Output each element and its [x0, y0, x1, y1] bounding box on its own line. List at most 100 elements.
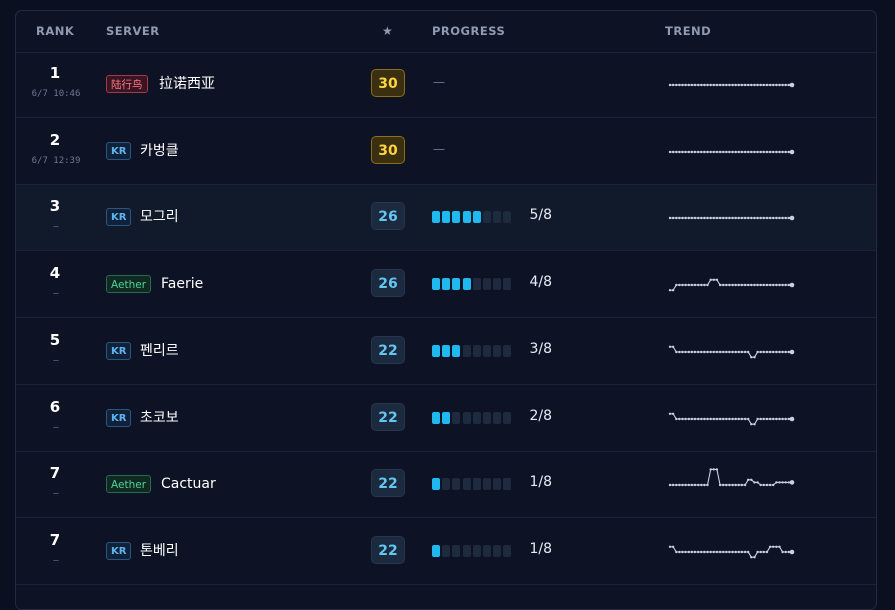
trend-point: [671, 483, 675, 487]
trend-point: [678, 217, 681, 220]
trend-point: [681, 150, 684, 153]
header-progress[interactable]: PROGRESS: [432, 24, 505, 38]
trend-point: [750, 555, 753, 559]
trend-point: [684, 150, 687, 153]
trend-point: [728, 550, 731, 554]
trend-point: [693, 350, 697, 353]
server-name[interactable]: Cactuar: [161, 475, 216, 493]
trend-point: [725, 483, 728, 487]
server-name[interactable]: 초코보: [140, 409, 179, 427]
trend-point: [759, 350, 762, 353]
trend-point: [706, 283, 709, 287]
trend-point: [687, 283, 690, 287]
trend-point: [675, 217, 678, 220]
trend-line: [670, 469, 792, 486]
trend-point: [753, 481, 756, 484]
trend-point: [715, 278, 719, 282]
table-row[interactable]: 4 — Aether Faerie 26 4/8: [16, 252, 876, 319]
trend-point: [703, 417, 706, 420]
table-row[interactable]: 2 6/7 12:39 KR 카벙클 30 —: [16, 119, 876, 185]
trend-point: [681, 217, 684, 220]
region-badge: KR: [106, 408, 132, 427]
progress-segment: [462, 211, 471, 224]
trend-point: [706, 483, 709, 487]
trend-point: [700, 483, 703, 487]
trend-point: [740, 417, 744, 420]
rank-timestamp: —: [53, 355, 59, 366]
trend-sparkline: [668, 149, 795, 154]
trend-point: [668, 150, 672, 153]
trend-point: [668, 345, 672, 348]
trend-point: [768, 545, 772, 548]
trend-point: [778, 83, 781, 87]
trend-point: [737, 83, 740, 87]
progress-segment: [503, 544, 512, 557]
trend-point: [784, 350, 787, 353]
progress-segment: [462, 544, 471, 557]
table-row[interactable]: 1 6/7 10:46 陆行鸟 拉诺西亚 30 —: [16, 52, 876, 118]
progress-segment: [493, 544, 502, 557]
server-name[interactable]: 拉诺西亚: [159, 75, 215, 93]
trend-point: [718, 217, 722, 220]
trend-point: [747, 550, 750, 554]
progress-segment: [472, 478, 481, 491]
trend-point: [759, 283, 762, 287]
trend-point: [753, 555, 756, 559]
server-name[interactable]: 톤베리: [140, 542, 179, 560]
progress-segment: [503, 411, 512, 424]
trend-point: [753, 283, 756, 287]
trend-point: [737, 283, 740, 287]
table-row[interactable]: 7 — KR 톤베리 22 1/8: [16, 519, 876, 585]
trend-point: [687, 217, 690, 220]
trend-point: [759, 150, 762, 153]
trend-point: [747, 350, 750, 353]
trend-point: [668, 483, 672, 487]
header-star-icon[interactable]: ★: [382, 24, 393, 38]
server-name[interactable]: 모그리: [140, 208, 179, 226]
progress-segment: [483, 211, 491, 224]
trend-point: [697, 550, 700, 554]
trend-point: [703, 83, 706, 87]
trend-point: [747, 83, 750, 87]
table-row[interactable]: 6 — KR 초코보 22 2/8: [16, 386, 876, 452]
trend-point: [671, 217, 675, 220]
header-rank[interactable]: RANK: [36, 24, 74, 38]
rank-number: 7: [49, 530, 61, 549]
trend-point: [728, 350, 731, 353]
trend-point: [743, 83, 747, 87]
server-name[interactable]: 카벙클: [140, 142, 179, 160]
server-name[interactable]: 펜리르: [140, 342, 179, 360]
trend-point: [775, 83, 778, 87]
table-row[interactable]: 7 — Aether Cactuar 22 1/8: [16, 452, 876, 519]
trend-point: [737, 550, 740, 554]
trend-point: [784, 217, 787, 220]
progress-segment: [493, 478, 502, 491]
header-server[interactable]: SERVER: [106, 24, 160, 38]
region-badge: KR: [106, 141, 132, 160]
table-row[interactable]: 3 — KR 모그리 26 5/8: [16, 185, 876, 252]
trend-point: [678, 550, 681, 554]
trend-point: [768, 150, 772, 153]
trend-point: [709, 468, 712, 471]
trend-point: [671, 545, 675, 548]
trend-point: [693, 550, 697, 554]
table-row[interactable]: 5 — KR 펜리르 22 3/8: [16, 319, 876, 385]
trend-point: [789, 216, 795, 221]
trend-point: [789, 549, 795, 555]
trend-point: [728, 217, 731, 220]
trend-point: [775, 545, 778, 548]
server-name[interactable]: Faerie: [161, 275, 203, 293]
trend-point: [750, 478, 753, 482]
progress-fraction: 2/8: [529, 407, 552, 424]
progress-fraction: 1/8: [529, 474, 552, 491]
trend-point: [734, 483, 737, 487]
trend-point: [768, 83, 772, 87]
trend-point: [734, 283, 737, 287]
trend-point: [768, 417, 772, 420]
trend-point: [697, 483, 700, 487]
trend-point: [718, 417, 722, 420]
trend-point: [762, 283, 765, 287]
trend-point: [700, 83, 703, 87]
trend-point: [781, 83, 784, 87]
trend-point: [756, 550, 759, 554]
